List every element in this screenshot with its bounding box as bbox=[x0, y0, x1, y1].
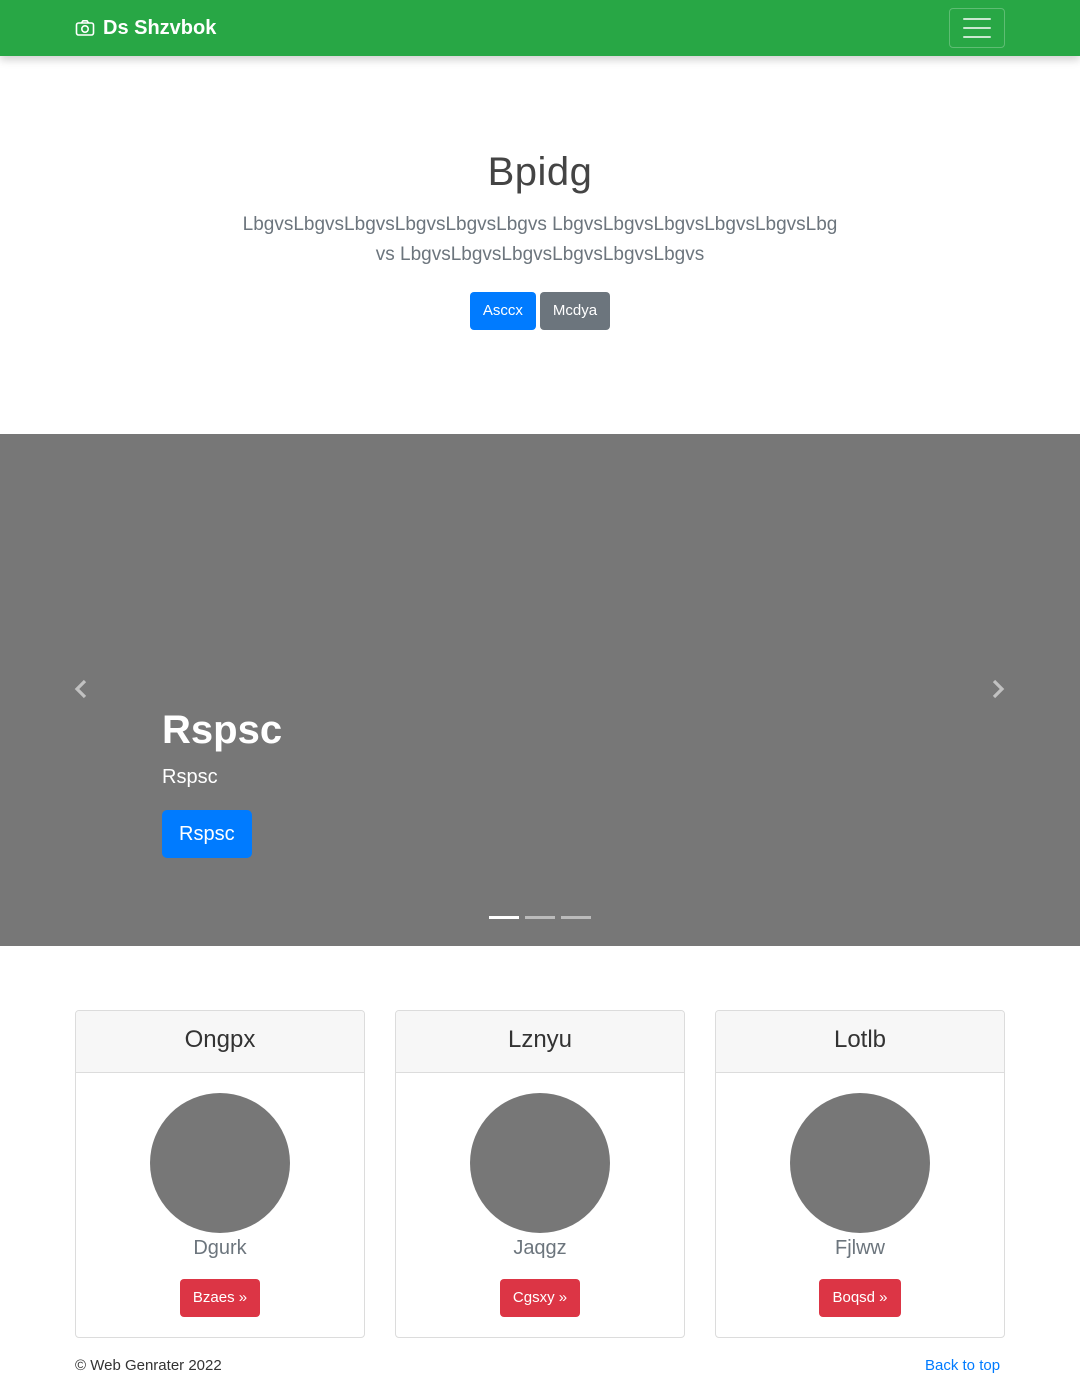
carousel-indicator[interactable] bbox=[561, 916, 591, 919]
card-name: Fjlww bbox=[835, 1237, 885, 1259]
card-name: Jaqgz bbox=[513, 1237, 567, 1259]
brand-label: Ds Shzvbok bbox=[103, 16, 217, 39]
carousel-indicator[interactable] bbox=[489, 916, 519, 919]
hero-lead: LbgvsLbgvsLbgvsLbgvsLbgvsLbgvs LbgvsLbgv… bbox=[242, 214, 838, 265]
carousel-indicator[interactable] bbox=[525, 916, 555, 919]
card-header: Lotlb bbox=[716, 1011, 1004, 1073]
avatar bbox=[470, 1093, 610, 1233]
card-button[interactable]: Cgsxy » bbox=[499, 1279, 581, 1317]
chevron-left-icon bbox=[74, 679, 87, 699]
card: Lznyu Jaqgz Cgsxy » bbox=[395, 1010, 685, 1338]
hamburger-icon bbox=[963, 27, 991, 29]
avatar bbox=[150, 1093, 290, 1233]
carousel: Rspsc Rspsc Rspsc bbox=[0, 434, 1080, 946]
navbar-toggler-button[interactable] bbox=[949, 8, 1005, 48]
hero-primary-button[interactable]: Asccx bbox=[469, 292, 536, 330]
hero-buttons: Asccx Mcdya bbox=[0, 292, 1080, 330]
card-button-wrap: Cgsxy » bbox=[396, 1279, 684, 1317]
hero-title: Bpidg bbox=[487, 150, 593, 194]
chevron-right-icon bbox=[992, 679, 1005, 699]
back-to-top-link[interactable]: Back to top bbox=[925, 1357, 1000, 1374]
avatar bbox=[790, 1093, 930, 1233]
hero-secondary-button[interactable]: Mcdya bbox=[539, 292, 611, 330]
card-header: Lznyu bbox=[396, 1011, 684, 1073]
card-button-wrap: Boqsd » bbox=[716, 1279, 1004, 1317]
card-header: Ongpx bbox=[76, 1011, 364, 1073]
carousel-next-button[interactable] bbox=[983, 674, 1013, 704]
carousel-caption-button[interactable]: Rspsc bbox=[162, 810, 252, 858]
card: Lotlb Fjlww Boqsd » bbox=[715, 1010, 1005, 1338]
card-button[interactable]: Bzaes » bbox=[179, 1279, 261, 1317]
hamburger-icon bbox=[963, 18, 991, 20]
navbar-brand[interactable]: Ds Shzvbok bbox=[75, 14, 216, 42]
navbar: Ds Shzvbok bbox=[0, 0, 1080, 56]
carousel-prev-button[interactable] bbox=[66, 674, 96, 704]
carousel-indicators bbox=[489, 916, 591, 919]
card: Ongpx Dgurk Bzaes » bbox=[75, 1010, 365, 1338]
footer-copyright: © Web Genrater 2022 bbox=[75, 1357, 222, 1374]
camera-icon bbox=[75, 20, 95, 36]
card-button[interactable]: Boqsd » bbox=[819, 1279, 901, 1317]
card-button-wrap: Bzaes » bbox=[76, 1279, 364, 1317]
carousel-caption-text: Rspsc bbox=[162, 766, 218, 788]
hamburger-icon bbox=[963, 36, 991, 38]
carousel-caption-title: Rspsc bbox=[162, 708, 283, 752]
card-name: Dgurk bbox=[193, 1237, 247, 1259]
